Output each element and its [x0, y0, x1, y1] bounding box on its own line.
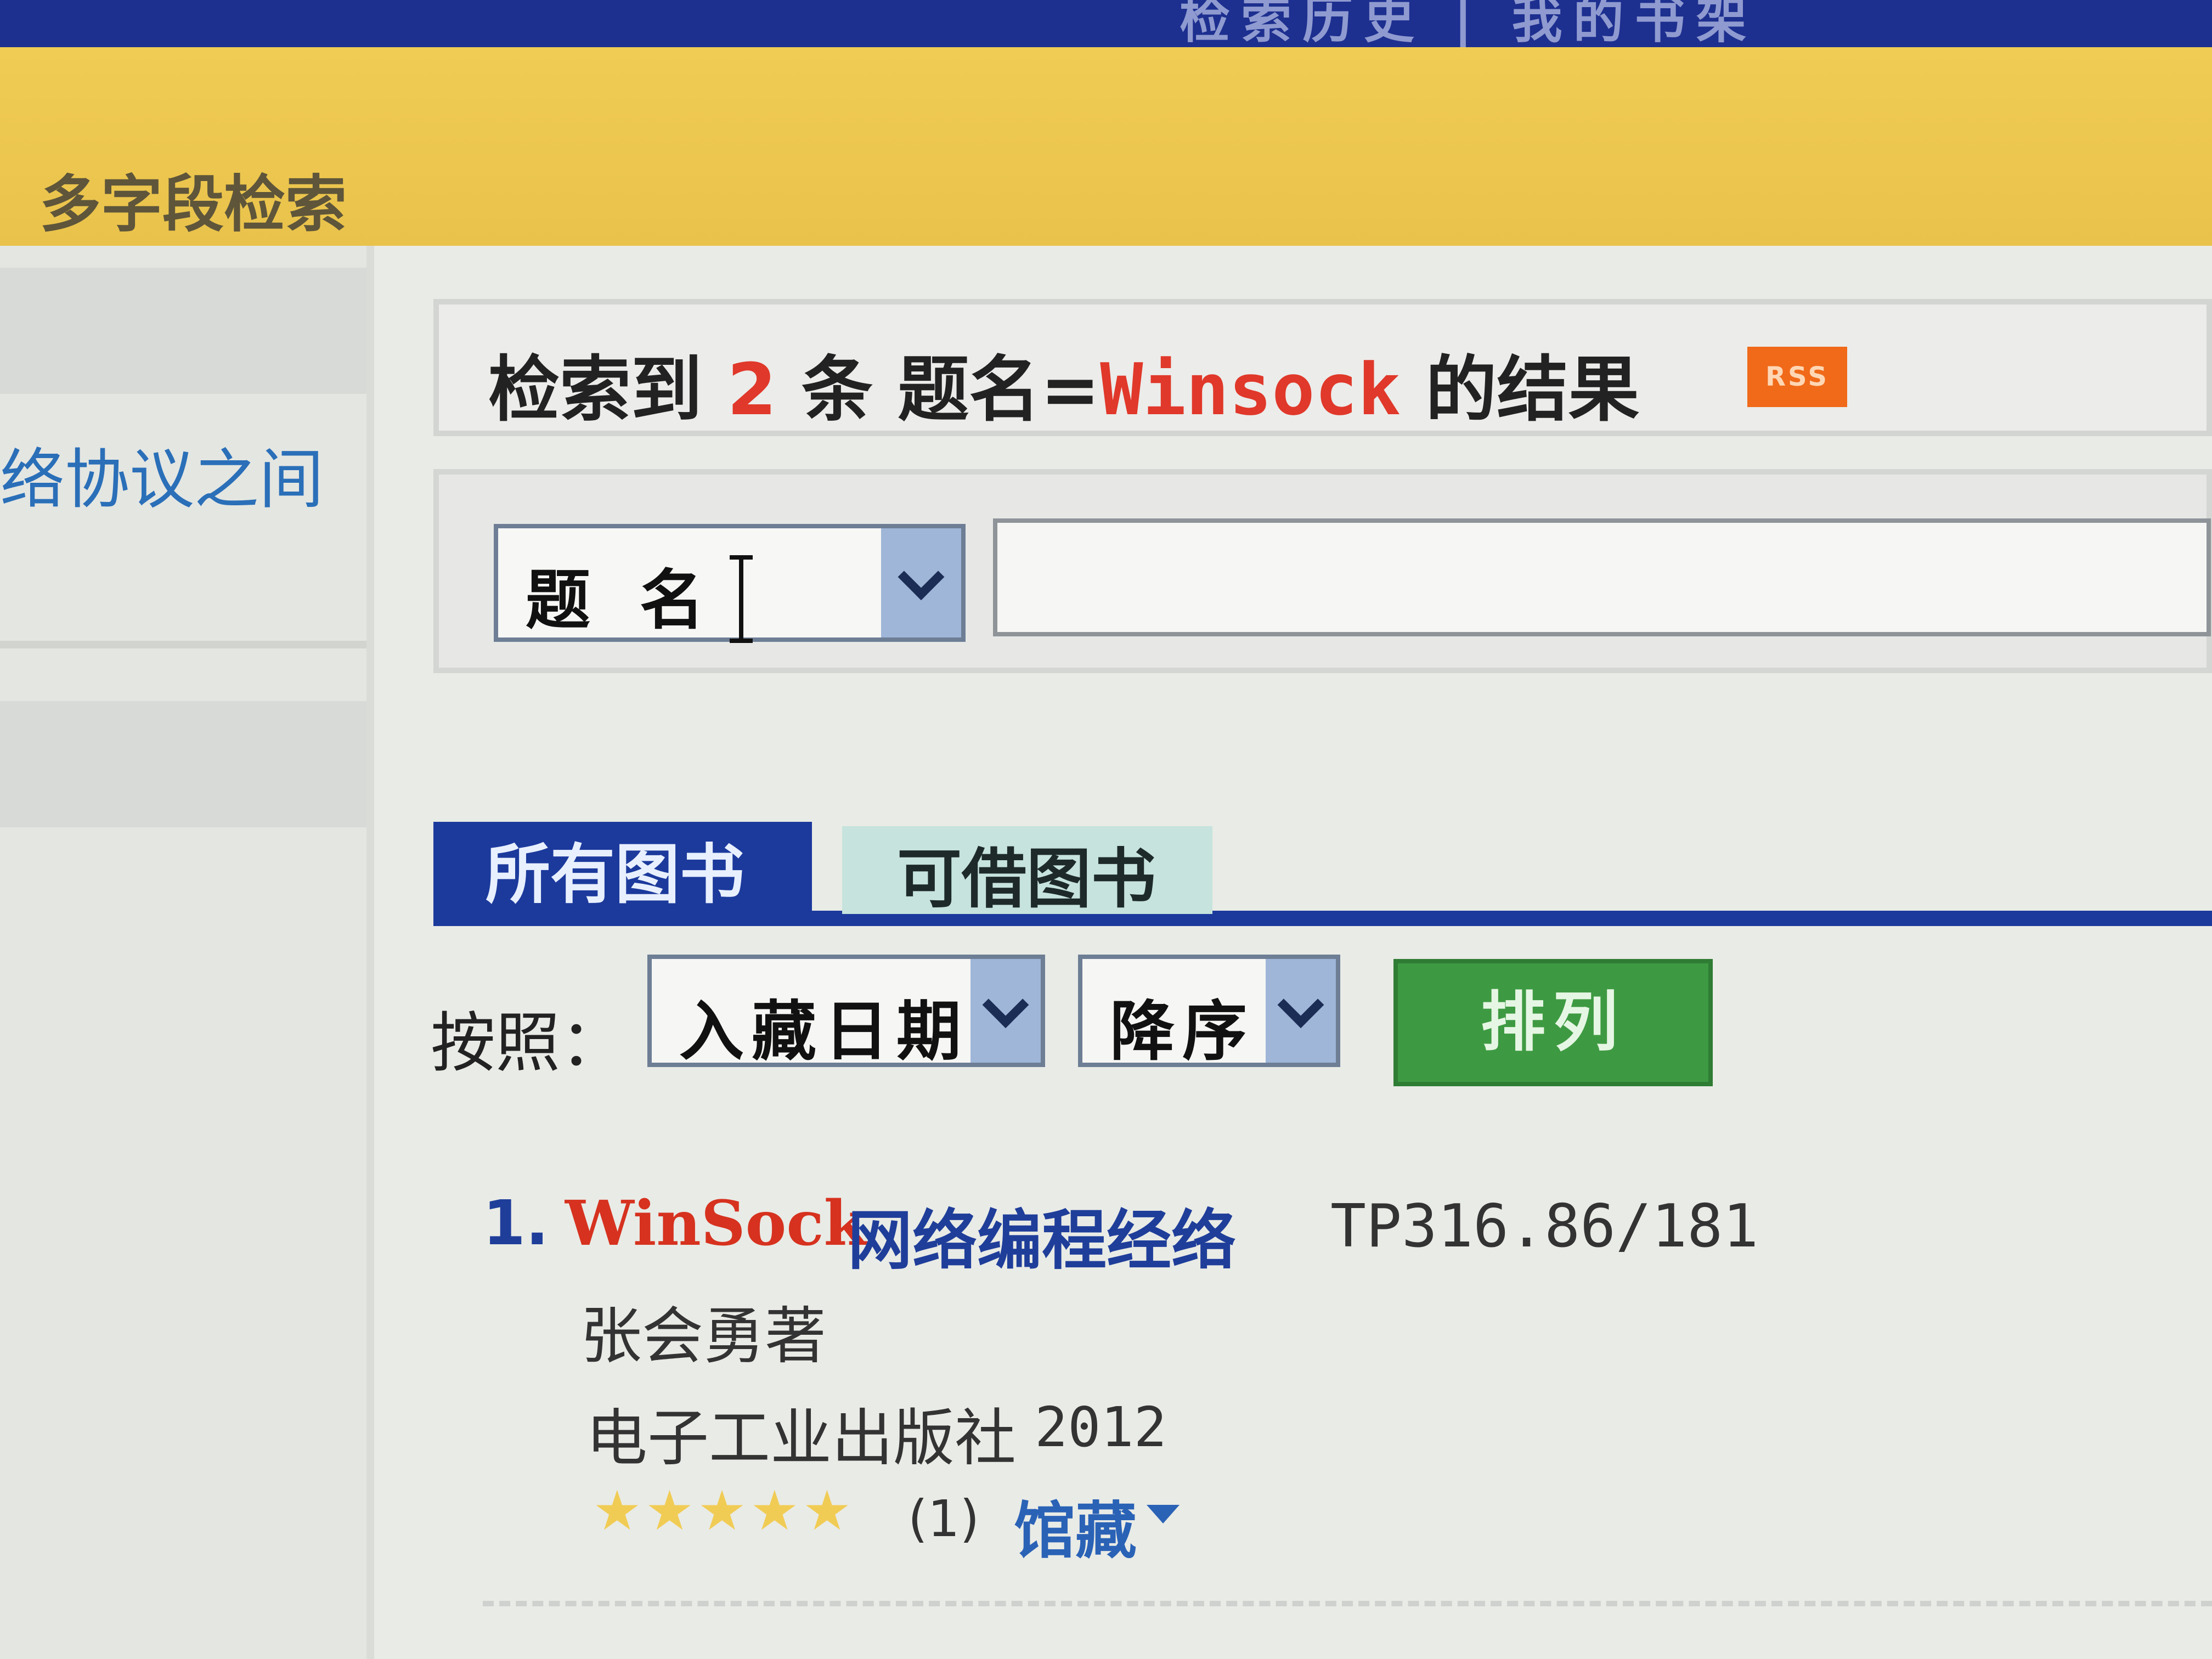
sort-order-value: 降序	[1110, 994, 1255, 1069]
search-input[interactable]	[993, 518, 2211, 636]
caret-down-icon[interactable]	[1147, 1505, 1180, 1523]
summary-unit: 条	[802, 348, 873, 431]
star-icon[interactable]: ★★★★★	[592, 1479, 855, 1543]
result-number: 1.	[483, 1188, 549, 1259]
chevron-down-icon	[898, 553, 945, 600]
dropdown-button[interactable]	[881, 528, 961, 637]
result-title[interactable]: 网络编程经络	[848, 1188, 1236, 1282]
call-number: TP316.86/181	[1330, 1192, 1759, 1261]
tab-label: 可借图书	[897, 841, 1156, 917]
sidebar-link[interactable]: 络协议之间	[0, 427, 324, 521]
sort-field-value: 入藏日期	[679, 994, 969, 1069]
summary-suffix: 的结果	[1425, 348, 1640, 431]
holdings-link[interactable]: 馆藏	[1014, 1481, 1137, 1570]
text-cursor-icon	[730, 555, 753, 643]
chevron-down-icon	[982, 981, 1029, 1028]
tab-all-books[interactable]: 所有图书	[433, 822, 812, 926]
result-author: 张会勇著	[580, 1301, 826, 1372]
sort-label: 按照：	[431, 1005, 625, 1081]
query-term: Winsock	[1100, 348, 1401, 431]
result-summary-bar: 检索到 2 条 题名=Winsock 的结果 RSS	[433, 299, 2212, 436]
sidebar-box	[0, 268, 366, 394]
rating-count: (1)	[908, 1489, 980, 1548]
sort-order-select[interactable]: 降序	[1078, 955, 1340, 1069]
tab-label: 所有图书	[486, 837, 745, 912]
search-field-value: 题名	[526, 562, 754, 638]
summary-prefix: 检索到	[488, 348, 703, 431]
sidebar-divider	[0, 641, 366, 648]
result-count: 2	[727, 348, 777, 431]
dropdown-button[interactable]	[970, 959, 1041, 1063]
search-row: 题名	[433, 469, 2212, 673]
result-publisher: 电子工业出版社	[586, 1403, 1016, 1474]
rss-icon[interactable]: RSS	[1747, 347, 1847, 407]
result-year: 2012	[1035, 1395, 1167, 1459]
sort-button[interactable]: 排列	[1393, 959, 1713, 1086]
sort-field-select[interactable]: 入藏日期	[647, 955, 1045, 1069]
result-summary-text: 检索到 2 条 题名=Winsock 的结果	[488, 332, 1639, 435]
chevron-down-icon	[1277, 981, 1324, 1028]
query-field: 题名=	[898, 348, 1101, 431]
sidebar-box	[0, 701, 366, 827]
page-header: 多字段检索	[0, 47, 2212, 246]
dropdown-button[interactable]	[1266, 959, 1336, 1063]
left-sidebar: 络协议之间	[0, 246, 374, 1659]
page-title: 多字段检索	[40, 169, 347, 240]
result-divider	[483, 1601, 2212, 1606]
top-nav-links[interactable]: 检索历史 | 我的书架	[1180, 0, 1758, 52]
result-title-highlight[interactable]: WinSock	[565, 1188, 866, 1260]
tab-available-books[interactable]: 可借图书	[842, 826, 1212, 917]
